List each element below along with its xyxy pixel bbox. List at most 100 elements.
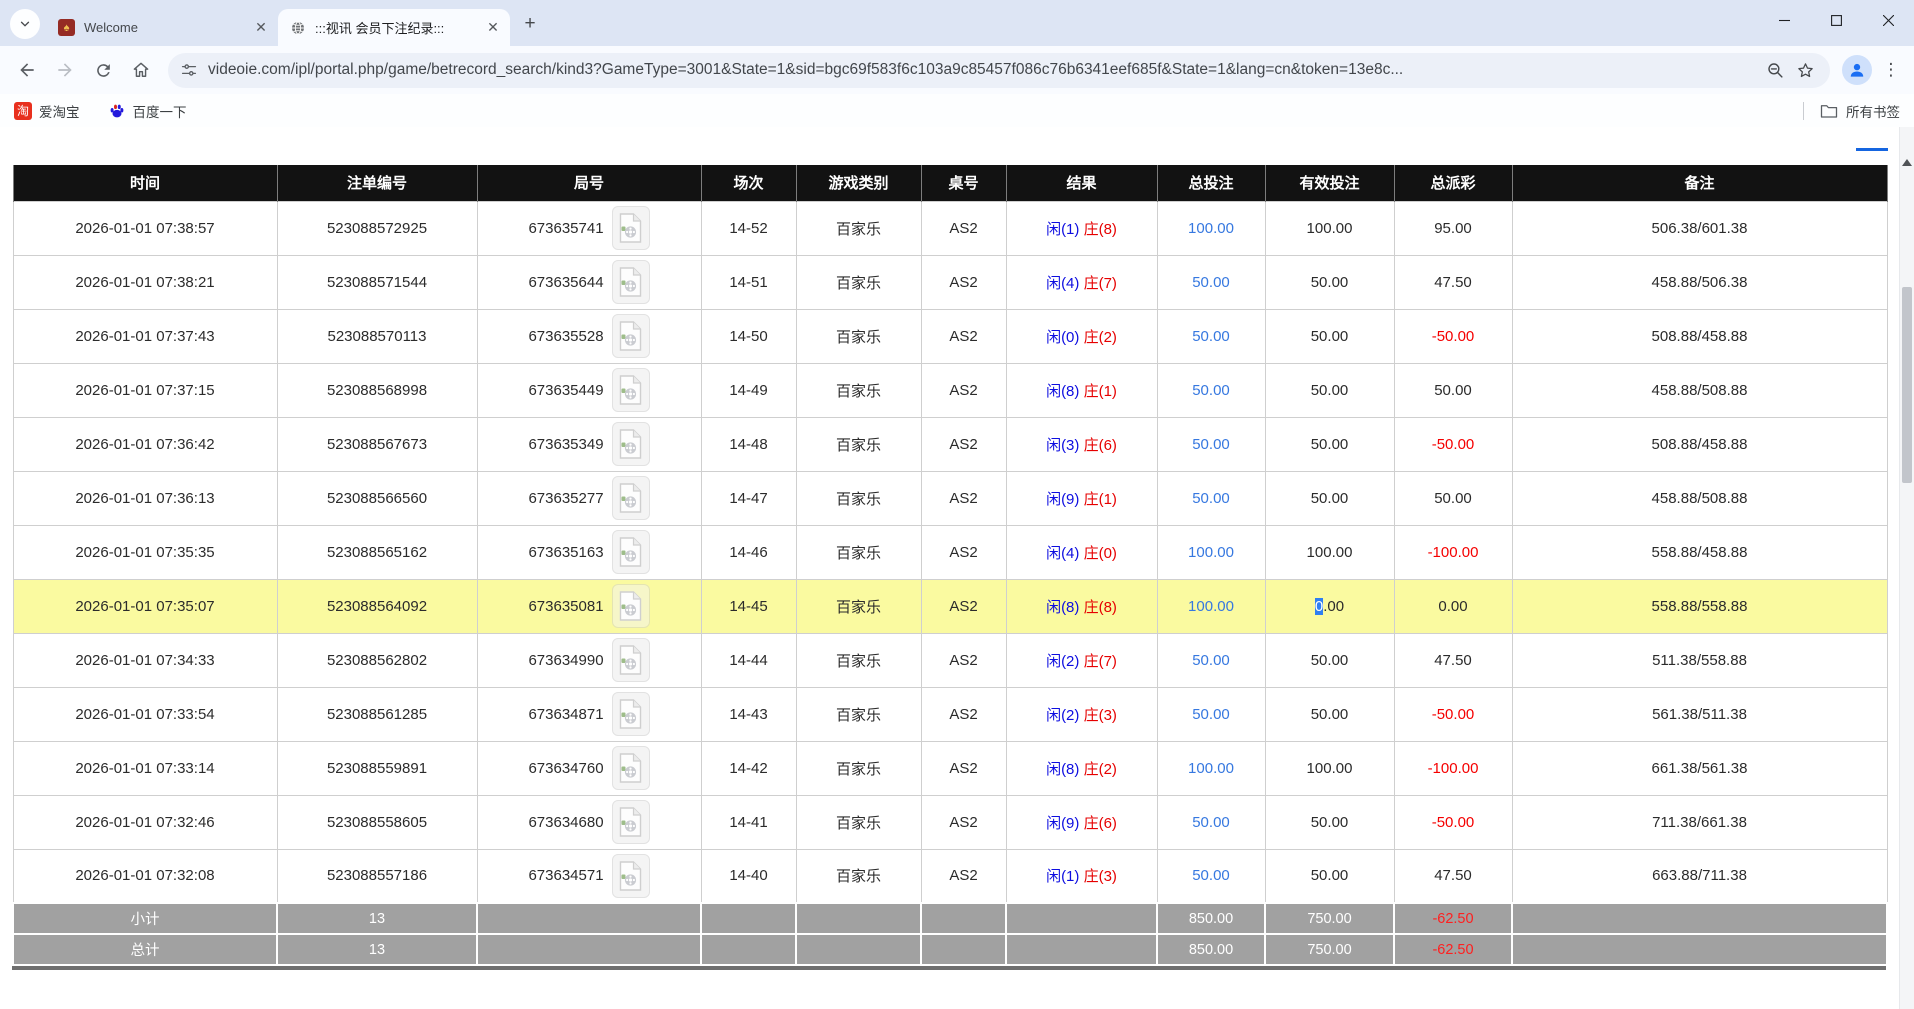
total-bet-link[interactable]: 50.00 bbox=[1192, 490, 1230, 507]
table-row: 2026-01-01 07:35:35523088565162673635163… bbox=[13, 525, 1887, 579]
video-record-button[interactable] bbox=[612, 854, 650, 898]
total-bet-link[interactable]: 50.00 bbox=[1192, 328, 1230, 345]
video-record-button[interactable] bbox=[612, 314, 650, 358]
total-bet-link[interactable]: 50.00 bbox=[1192, 274, 1230, 291]
forward-button[interactable] bbox=[46, 51, 84, 89]
round-cell: 673634680 bbox=[477, 795, 701, 849]
total-bet-cell: 50.00 bbox=[1157, 687, 1265, 741]
close-icon[interactable]: ✕ bbox=[484, 19, 502, 37]
minimize-icon bbox=[1779, 15, 1790, 26]
video-record-button[interactable] bbox=[612, 476, 650, 520]
remark-cell: 458.88/508.88 bbox=[1512, 471, 1887, 525]
bet-id-cell: 523088570113 bbox=[277, 309, 477, 363]
video-record-button[interactable] bbox=[612, 746, 650, 790]
minimize-button[interactable] bbox=[1758, 0, 1810, 40]
bookmark-star-button[interactable] bbox=[1790, 55, 1820, 85]
remark-cell: 458.88/508.88 bbox=[1512, 363, 1887, 417]
round-wrap: 673635449 bbox=[478, 368, 701, 412]
table-row: 2026-01-01 07:38:21523088571544673635644… bbox=[13, 255, 1887, 309]
total-bet-link[interactable]: 50.00 bbox=[1192, 382, 1230, 399]
round-cell: 673635081 bbox=[477, 579, 701, 633]
summary-label: 小计 bbox=[13, 903, 277, 934]
table-row: 2026-01-01 07:38:57523088572925673635741… bbox=[13, 201, 1887, 255]
video-record-button[interactable] bbox=[612, 368, 650, 412]
player-result: 闲(8) bbox=[1046, 383, 1079, 400]
browser-menu-button[interactable]: ⋮ bbox=[1876, 55, 1906, 85]
video-record-button[interactable] bbox=[612, 800, 650, 844]
baidu-paw-icon bbox=[108, 102, 126, 120]
maximize-button[interactable] bbox=[1810, 0, 1862, 40]
total-bet-cell: 50.00 bbox=[1157, 363, 1265, 417]
round-number: 673635163 bbox=[528, 544, 603, 561]
total-bet-cell: 100.00 bbox=[1157, 741, 1265, 795]
valid-bet-cell: 50.00 bbox=[1265, 417, 1394, 471]
result-cell: 闲(0) 庄(2) bbox=[1006, 309, 1157, 363]
bookmark-baidu[interactable]: 百度一下 bbox=[108, 101, 187, 121]
summary-empty-round bbox=[477, 903, 701, 934]
video-record-button[interactable] bbox=[612, 692, 650, 736]
site-settings-icon[interactable] bbox=[180, 61, 198, 79]
video-record-button[interactable] bbox=[612, 530, 650, 574]
all-bookmarks-button[interactable]: 所有书签 bbox=[1820, 101, 1900, 121]
video-record-icon bbox=[618, 753, 643, 783]
tab-bet-record[interactable]: :::视讯 会员下注纪录::: ✕ bbox=[278, 9, 510, 46]
page-scrollbar[interactable] bbox=[1899, 127, 1914, 1009]
table-no-cell: AS2 bbox=[921, 849, 1006, 903]
reload-button[interactable] bbox=[84, 51, 122, 89]
video-record-button[interactable] bbox=[612, 422, 650, 466]
session-cell: 14-41 bbox=[701, 795, 796, 849]
globe-icon bbox=[290, 20, 306, 36]
round-cell: 673634760 bbox=[477, 741, 701, 795]
remark-cell: 508.88/458.88 bbox=[1512, 309, 1887, 363]
bookmark-aitaobao[interactable]: 淘 爱淘宝 bbox=[14, 101, 80, 121]
payout-cell: 95.00 bbox=[1394, 201, 1512, 255]
total-bet-link[interactable]: 100.00 bbox=[1188, 598, 1234, 615]
bookmark-label: 百度一下 bbox=[133, 101, 187, 121]
summary-empty-session bbox=[701, 934, 796, 965]
banker-result: 庄(8) bbox=[1084, 221, 1117, 238]
profile-avatar[interactable] bbox=[1842, 55, 1872, 85]
time-cell: 2026-01-01 07:37:43 bbox=[13, 309, 277, 363]
address-bar[interactable]: videoie.com/ipl/portal.php/game/betrecor… bbox=[168, 53, 1830, 88]
total-bet-link[interactable]: 50.00 bbox=[1192, 706, 1230, 723]
scrollbar-thumb[interactable] bbox=[1902, 287, 1912, 483]
cards-logo-icon: ♠ bbox=[58, 19, 75, 36]
valid-bet-cell: 50.00 bbox=[1265, 309, 1394, 363]
session-cell: 14-42 bbox=[701, 741, 796, 795]
close-icon[interactable]: ✕ bbox=[252, 19, 270, 37]
home-button[interactable] bbox=[122, 51, 160, 89]
total-bet-link[interactable]: 50.00 bbox=[1192, 652, 1230, 669]
table-row: 2026-01-01 07:34:33523088562802673634990… bbox=[13, 633, 1887, 687]
close-window-button[interactable] bbox=[1862, 0, 1914, 40]
tab-welcome[interactable]: ♠ Welcome ✕ bbox=[46, 9, 278, 46]
total-bet-link[interactable]: 50.00 bbox=[1192, 867, 1230, 884]
video-record-button[interactable] bbox=[612, 206, 650, 250]
table-no-cell: AS2 bbox=[921, 579, 1006, 633]
bet-id-cell: 523088572925 bbox=[277, 201, 477, 255]
round-number: 673634990 bbox=[528, 652, 603, 669]
tab-search-button[interactable] bbox=[10, 9, 40, 39]
total-bet-link[interactable]: 100.00 bbox=[1188, 220, 1234, 237]
total-bet-link[interactable]: 50.00 bbox=[1192, 436, 1230, 453]
video-record-button[interactable] bbox=[612, 260, 650, 304]
new-tab-button[interactable]: + bbox=[516, 10, 544, 38]
video-record-button[interactable] bbox=[612, 584, 650, 628]
back-button[interactable] bbox=[8, 51, 46, 89]
round-wrap: 673635277 bbox=[478, 476, 701, 520]
scrollbar-up-arrow-icon[interactable] bbox=[1902, 159, 1912, 166]
total-bet-link[interactable]: 100.00 bbox=[1188, 760, 1234, 777]
video-record-button[interactable] bbox=[612, 638, 650, 682]
zoom-out-page-button[interactable] bbox=[1760, 55, 1790, 85]
result-cell: 闲(9) 庄(6) bbox=[1006, 795, 1157, 849]
total-bet-link[interactable]: 50.00 bbox=[1192, 814, 1230, 831]
summary-empty-result bbox=[1006, 903, 1157, 934]
focus-underline bbox=[1856, 148, 1888, 151]
round-wrap: 673635349 bbox=[478, 422, 701, 466]
result-cell: 闲(8) 庄(1) bbox=[1006, 363, 1157, 417]
remark-cell: 511.38/558.88 bbox=[1512, 633, 1887, 687]
banker-result: 庄(2) bbox=[1084, 761, 1117, 778]
summary-count: 13 bbox=[277, 934, 477, 965]
session-cell: 14-40 bbox=[701, 849, 796, 903]
reload-icon bbox=[94, 61, 113, 80]
total-bet-link[interactable]: 100.00 bbox=[1188, 544, 1234, 561]
